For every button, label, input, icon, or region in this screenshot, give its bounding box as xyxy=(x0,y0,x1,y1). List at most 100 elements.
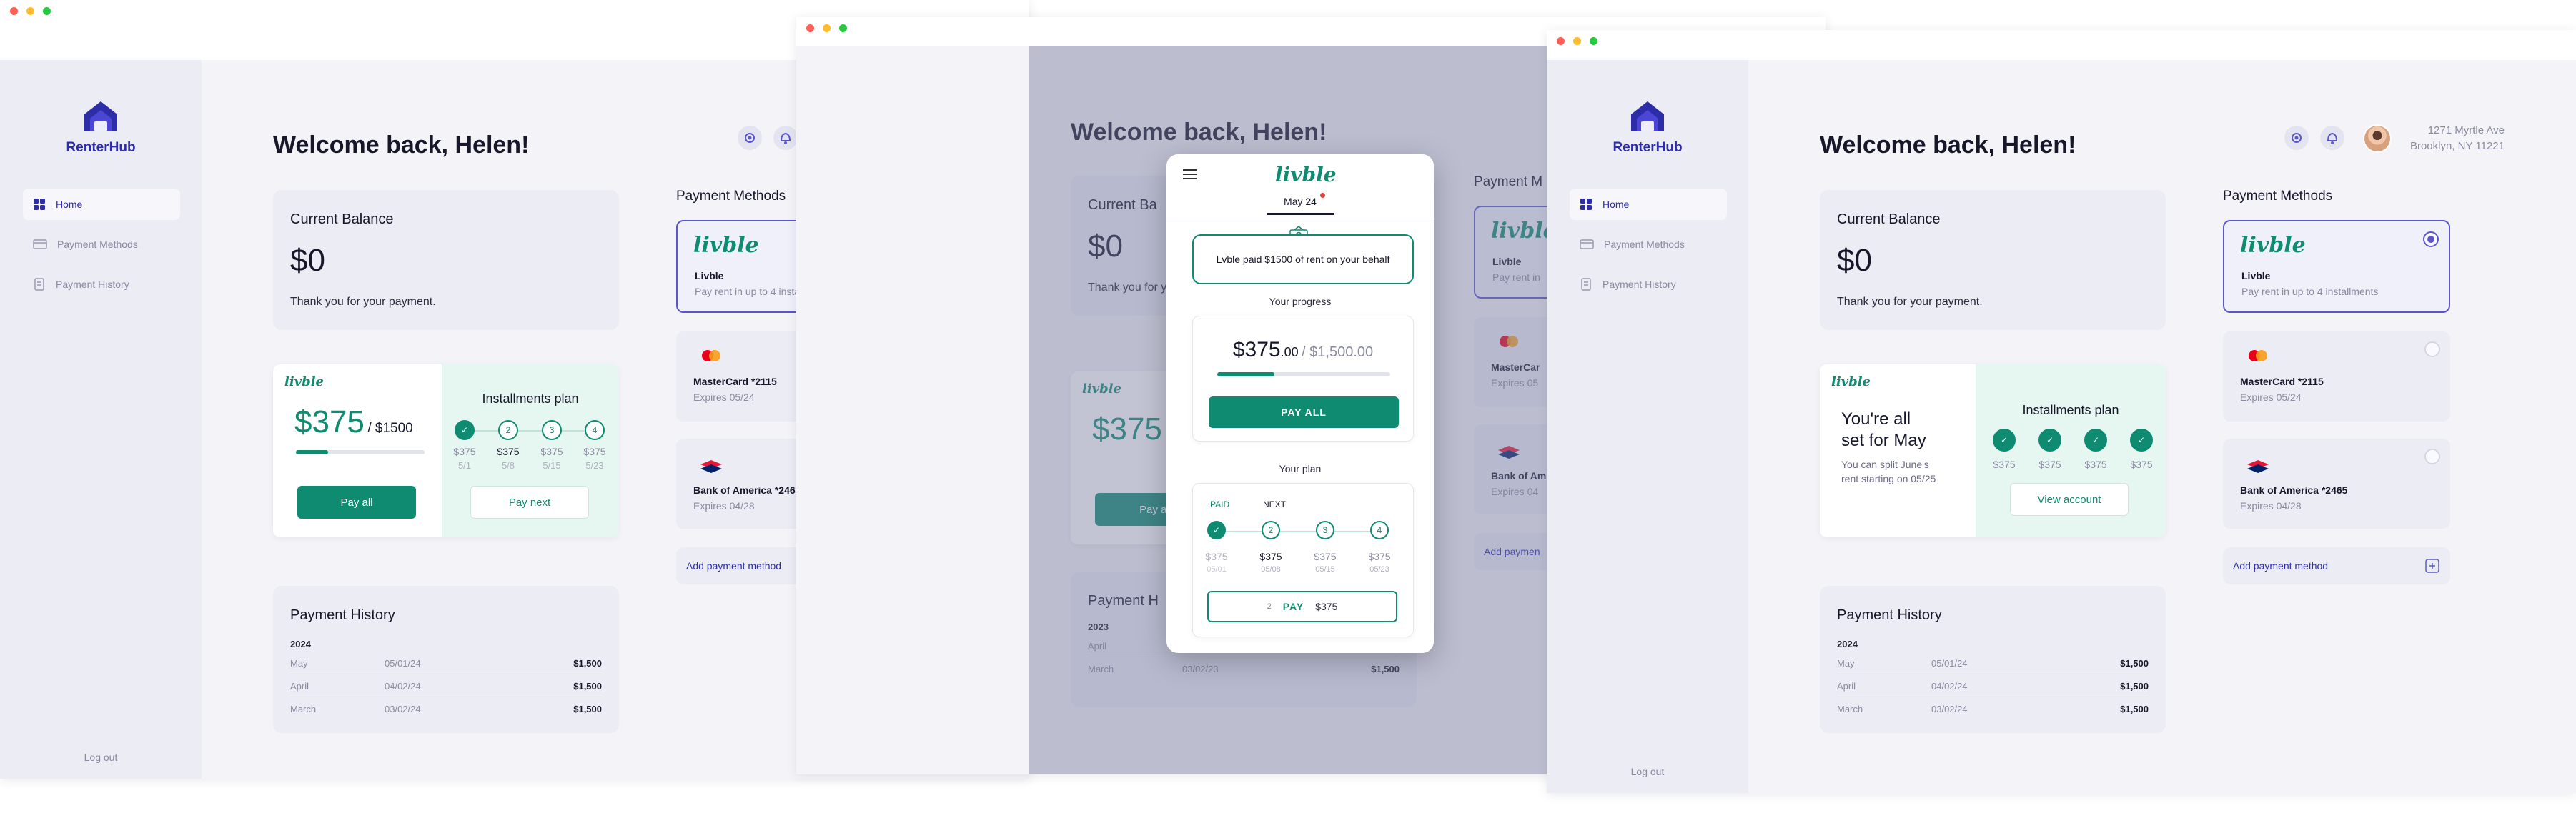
payment-method-mastercard[interactable]: MasterCard *2115 Expires 05/24 xyxy=(2223,331,2450,422)
progress-total: / $1,500.00 xyxy=(1302,344,1374,360)
row-month: April xyxy=(1837,681,1856,692)
step-amount: $375 xyxy=(2130,459,2153,470)
grid-icon xyxy=(34,199,45,210)
pay-installment-button[interactable]: 2 PAY $375 xyxy=(1207,591,1397,622)
minimize-dot[interactable] xyxy=(1573,37,1581,45)
next-label: NEXT xyxy=(1263,499,1287,509)
pay-number: 2 xyxy=(1267,602,1272,611)
done-headline: You're all set for May xyxy=(1841,409,1926,452)
step-amount: $375 xyxy=(2084,459,2107,470)
sidebar-item-payment-methods[interactable]: Payment Methods xyxy=(1570,229,1727,260)
settings-button[interactable] xyxy=(2284,126,2309,150)
logout-link[interactable]: Log out xyxy=(0,752,202,763)
gear-icon xyxy=(745,133,755,143)
sidebar-item-payment-methods[interactable]: Payment Methods xyxy=(23,229,180,260)
month-tab[interactable]: May 24 xyxy=(1267,193,1334,215)
payment-history-card: Payment History 2024 May 05/01/24 $1,500 A… xyxy=(1820,586,2166,733)
minimize-dot[interactable] xyxy=(26,7,34,15)
row-date: 03/02/24 xyxy=(1931,704,1968,714)
history-year: 2024 xyxy=(290,639,311,649)
done-headline-2: set for May xyxy=(1841,431,1926,450)
balance-subtitle: Thank you for your payment. xyxy=(290,296,436,308)
sidebar-item-payment-history[interactable]: Payment History xyxy=(1570,269,1727,300)
add-payment-method[interactable]: Add payment method xyxy=(2223,547,2450,584)
livble-logo: livble xyxy=(284,374,325,389)
pay-all-button[interactable]: PAY ALL xyxy=(1209,396,1399,428)
step-date: 5/1 xyxy=(457,460,472,471)
add-label: Add payment method xyxy=(686,560,782,572)
payment-method-boa[interactable]: Bank of America *2465 Expires 04/28 xyxy=(2223,439,2450,529)
settings-button[interactable] xyxy=(738,126,762,150)
method-name: Livble xyxy=(2241,270,2271,281)
method-name: MasterCard *2115 xyxy=(2240,376,2324,387)
view-account-button[interactable]: View account xyxy=(2010,483,2129,516)
gear-icon xyxy=(2292,133,2302,143)
maximize-dot[interactable] xyxy=(1590,37,1597,45)
row-date: 04/02/24 xyxy=(1931,681,1968,692)
payment-history-card: Payment History 2024 May 05/01/24 $1,500 A… xyxy=(273,586,619,733)
menu-icon[interactable] xyxy=(1182,169,1198,180)
month-tab-label: May 24 xyxy=(1284,196,1317,207)
method-desc: Pay rent in up to 4 installments xyxy=(2241,286,2379,297)
installments-title: Installments plan xyxy=(2022,403,2119,417)
plan-card: PAID NEXT ✓ 2 3 4 $375 $375 $375 $375 05… xyxy=(1192,483,1414,637)
sidebar-item-payment-history[interactable]: Payment History xyxy=(23,269,180,300)
address-line1: 1271 Myrtle Ave xyxy=(2427,124,2505,136)
step-date: 5/23 xyxy=(585,460,604,471)
sidebar-item-home[interactable]: Home xyxy=(23,189,180,220)
step-1: ✓ xyxy=(1993,429,2016,452)
done-sub-2: rent starting on 05/25 xyxy=(1841,473,1936,484)
step-amount: $375 xyxy=(1314,551,1337,562)
pay-label: PAY xyxy=(1282,601,1304,612)
livble-logo: livble xyxy=(1275,163,1337,186)
sidebar-item-label: Payment History xyxy=(1602,279,1676,290)
method-expiry: Expires 04/28 xyxy=(2240,500,2302,512)
radio[interactable] xyxy=(2424,449,2440,464)
bank-of-america-icon xyxy=(700,460,722,473)
table-row: May 05/01/24 $1,500 xyxy=(1837,652,2149,674)
logout-link[interactable]: Log out xyxy=(1547,766,1748,777)
step-date: 5/15 xyxy=(543,460,561,471)
installments-panel: Installments plan ✓ 2 3 4 $375 $375 $375… xyxy=(442,364,619,537)
notifications-button[interactable] xyxy=(2320,126,2344,150)
row-date: 05/01/24 xyxy=(385,658,421,669)
paid-label: PAID xyxy=(1210,499,1230,509)
notifications-button[interactable] xyxy=(773,126,798,150)
sidebar-item-home[interactable]: Home xyxy=(1570,189,1727,220)
bell-icon xyxy=(2327,132,2338,144)
total-amount: / $1500 xyxy=(367,421,413,436)
sidebar-item-label: Home xyxy=(1602,199,1630,210)
close-dot[interactable] xyxy=(1557,37,1565,45)
avatar[interactable] xyxy=(2363,124,2392,153)
step-3: 3 xyxy=(542,420,562,440)
app-screen: RenterHub Home Payment Methods Payment H… xyxy=(1547,60,2576,793)
balance-title: Current Balance xyxy=(290,211,394,227)
sidebar: RenterHub Home Payment Methods Payment H… xyxy=(0,60,202,779)
pay-next-button[interactable]: Pay next xyxy=(470,486,589,519)
maximize-dot[interactable] xyxy=(839,24,847,32)
card-icon xyxy=(1580,239,1594,249)
row-amount: $1,500 xyxy=(573,658,602,669)
close-dot[interactable] xyxy=(806,24,814,32)
row-amount: $1,500 xyxy=(2120,658,2149,669)
history-title: Payment History xyxy=(1837,607,1942,623)
maximize-dot[interactable] xyxy=(43,7,51,15)
step-4: ✓ xyxy=(2130,429,2153,452)
step-amount: $375 xyxy=(1259,551,1282,562)
radio-selected[interactable] xyxy=(2423,231,2439,247)
sidebar-item-label: Home xyxy=(56,199,83,210)
bell-icon xyxy=(780,132,791,144)
step-1: ✓ xyxy=(455,420,475,440)
step-3: ✓ xyxy=(2084,429,2107,452)
radio[interactable] xyxy=(2424,341,2440,357)
sidebar-item-label: Payment History xyxy=(56,279,129,290)
payment-method-livble[interactable]: livble Livble Pay rent in up to 4 instal… xyxy=(2223,220,2450,313)
progress-bar xyxy=(1217,372,1390,376)
close-dot[interactable] xyxy=(10,7,18,15)
receipt-icon xyxy=(34,278,44,291)
table-row: March 03/02/24 $1,500 xyxy=(1837,697,2149,720)
pay-all-button[interactable]: Pay all xyxy=(297,486,416,519)
steps-line xyxy=(1217,531,1389,532)
minimize-dot[interactable] xyxy=(823,24,831,32)
step-amount: $375 xyxy=(497,446,520,457)
